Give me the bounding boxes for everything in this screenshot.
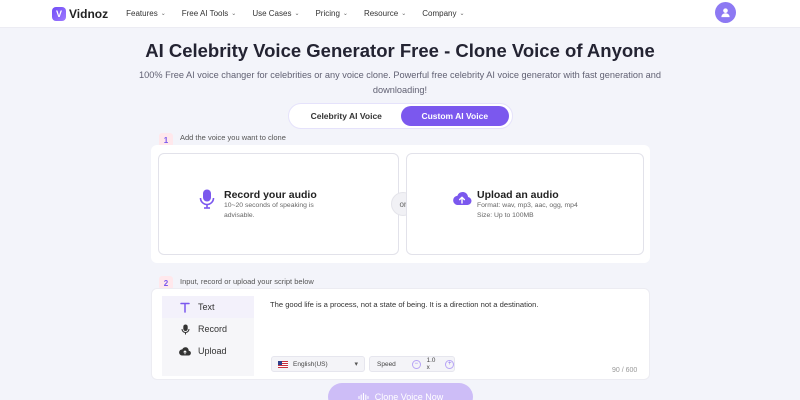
page-title: AI Celebrity Voice Generator Free - Clon…	[145, 40, 655, 61]
speed-increase-button[interactable]: +	[445, 359, 454, 369]
nav-item-resource[interactable]: Resource ⌄	[364, 9, 406, 18]
chevron-down-icon: ⌄	[401, 11, 407, 17]
vidnoz-logo[interactable]: V Vidnoz	[52, 6, 109, 21]
record-audio-desc: 10~20 seconds of speaking is advisable.	[224, 202, 314, 219]
microphone-icon	[199, 189, 215, 214]
language-select[interactable]: English(US) ▾	[271, 356, 365, 372]
nav-item-pricing[interactable]: Pricing ⌄	[315, 9, 347, 18]
top-navbar: V Vidnoz Features ⌄ Free AI Tools ⌄ Use Ca…	[0, 0, 800, 28]
character-counter: 90 / 600	[612, 367, 638, 374]
cloud-upload-icon	[178, 346, 192, 356]
chevron-down-icon: ⌄	[459, 11, 465, 17]
clone-voice-label: Clone Voice Now	[374, 392, 444, 400]
script-textarea[interactable]: The good life is a process, not a state …	[270, 300, 538, 309]
nav-item-features[interactable]: Features ⌄	[126, 9, 166, 18]
tab-celebrity-ai-voice[interactable]: Celebrity AI Voice	[292, 106, 401, 126]
upload-audio-size: Size: Up to 100MB	[477, 212, 534, 219]
nav-item-label: Features	[126, 9, 158, 18]
us-flag-icon	[278, 360, 288, 368]
soundwave-icon	[358, 392, 369, 400]
chevron-down-icon: ⌄	[231, 11, 237, 17]
step-2-label: Input, record or upload your script belo…	[180, 277, 314, 286]
source-tab-label: Upload	[198, 346, 227, 356]
voice-mode-tabs: Celebrity AI Voice Custom AI Voice	[288, 103, 513, 129]
chevron-down-icon: ⌄	[294, 11, 300, 17]
nav-item-label: Free AI Tools	[181, 9, 229, 18]
script-source-menu: Text Record Upload	[162, 296, 254, 376]
user-icon	[721, 8, 730, 18]
nav-item-company[interactable]: Company ⌄	[422, 9, 464, 18]
source-tab-text[interactable]: Text	[162, 296, 254, 318]
chevron-down-icon: ⌄	[160, 11, 166, 17]
speed-decrease-button[interactable]: −	[412, 359, 421, 369]
nav-item-free-ai-tools[interactable]: Free AI Tools ⌄	[182, 9, 237, 18]
chevron-down-icon: ⌄	[342, 11, 348, 17]
speed-control: Speed − 1.0 x +	[369, 356, 455, 372]
upload-audio-title: Upload an audio	[477, 189, 559, 201]
source-tab-label: Text	[198, 302, 215, 312]
logo-text: Vidnoz	[69, 6, 109, 21]
nav-menu: Features ⌄ Free AI Tools ⌄ Use Cases ⌄ Pric…	[126, 9, 480, 18]
source-tab-label: Record	[198, 324, 228, 334]
page-subtitle: 100% Free AI voice changer for celebriti…	[139, 70, 661, 95]
nav-item-label: Use Cases	[252, 9, 292, 18]
nav-item-label: Company	[422, 9, 457, 18]
source-tab-upload[interactable]: Upload	[162, 340, 254, 362]
chevron-down-icon: ▾	[354, 361, 358, 368]
vidnoz-logo-icon: V	[52, 6, 66, 21]
text-icon	[178, 302, 192, 313]
nav-item-label: Resource	[363, 9, 399, 18]
clone-voice-button[interactable]: Clone Voice Now	[328, 383, 473, 400]
user-avatar[interactable]	[715, 2, 736, 23]
record-audio-title: Record your audio	[224, 189, 317, 201]
nav-item-label: Pricing	[315, 9, 340, 18]
source-tab-record[interactable]: Record	[162, 318, 254, 340]
language-value: English(US)	[293, 360, 328, 368]
speed-stepper: − 1.0 x +	[412, 357, 454, 371]
cloud-upload-icon	[452, 190, 472, 211]
speed-value: 1.0 x	[426, 357, 436, 371]
speed-label: Speed	[377, 360, 396, 368]
mic-icon	[178, 324, 192, 335]
step-1-label: Add the voice you want to clone	[180, 133, 286, 142]
tab-custom-ai-voice[interactable]: Custom AI Voice	[400, 106, 509, 126]
nav-item-use-cases[interactable]: Use Cases ⌄	[252, 9, 299, 18]
upload-audio-format: Format: wav, mp3, aac, ogg, mp4	[477, 202, 578, 209]
